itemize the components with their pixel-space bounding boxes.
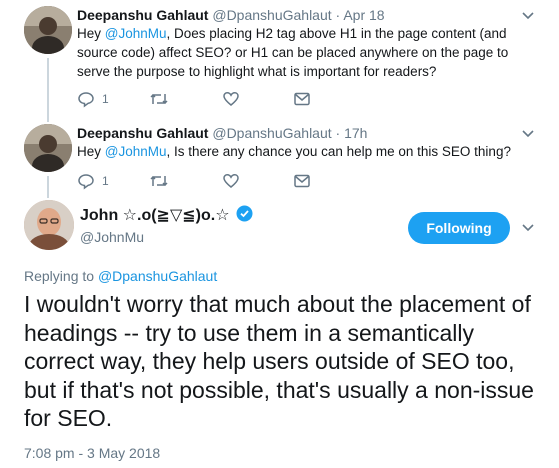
tweet-time[interactable]: Apr 18 bbox=[343, 7, 384, 23]
reply-icon bbox=[77, 172, 95, 190]
separator: · bbox=[335, 7, 341, 23]
tweet-text: Hey @JohnMu, Does placing H2 tag above H… bbox=[77, 24, 517, 81]
retweet-button[interactable] bbox=[149, 172, 169, 190]
retweet-icon bbox=[149, 172, 169, 190]
text-part: Hey bbox=[77, 144, 105, 159]
reply-button[interactable]: 1 bbox=[77, 90, 109, 108]
main-tweet-header: John ☆.o(≧▽≦)o.☆ @JohnMu Following bbox=[0, 200, 559, 260]
text-part: , Is there any chance you can help me on… bbox=[166, 144, 511, 159]
replying-to-link[interactable]: @DpanshuGahlaut bbox=[98, 268, 217, 284]
author-name-line: John ☆.o(≧▽≦)o.☆ bbox=[80, 205, 253, 227]
author-name[interactable]: John ☆.o(≧▽≦)o.☆ bbox=[80, 207, 230, 224]
dm-button[interactable] bbox=[293, 90, 311, 108]
reply-count: 1 bbox=[102, 174, 109, 188]
reply-count: 1 bbox=[102, 92, 109, 106]
dm-button[interactable] bbox=[293, 172, 311, 190]
replying-prefix: Replying to bbox=[24, 268, 98, 284]
mention-link[interactable]: @JohnMu bbox=[105, 144, 167, 159]
text-part: Hey bbox=[77, 26, 105, 41]
like-button[interactable] bbox=[222, 172, 240, 190]
retweet-icon bbox=[149, 90, 169, 108]
like-icon bbox=[222, 90, 240, 108]
dm-icon bbox=[293, 172, 311, 190]
reply-tweet-1[interactable]: Deepanshu Gahlaut @DpanshuGahlaut · Apr … bbox=[0, 0, 559, 118]
author-handle[interactable]: @DpanshuGahlaut bbox=[212, 125, 331, 141]
tweet-time[interactable]: 17h bbox=[344, 125, 367, 141]
avatar[interactable] bbox=[24, 6, 72, 54]
retweet-button[interactable] bbox=[149, 90, 169, 108]
author-name[interactable]: Deepanshu Gahlaut bbox=[77, 125, 208, 141]
author-handle[interactable]: @JohnMu bbox=[80, 229, 144, 245]
reply-button[interactable]: 1 bbox=[77, 172, 109, 190]
following-button[interactable]: Following bbox=[408, 212, 510, 244]
reply-icon bbox=[77, 90, 95, 108]
author-name[interactable]: Deepanshu Gahlaut bbox=[77, 7, 208, 23]
dm-icon bbox=[293, 90, 311, 108]
like-button[interactable] bbox=[222, 90, 240, 108]
main-tweet-text: I wouldn't worry that much about the pla… bbox=[24, 291, 534, 431]
replying-to-line: Replying to @DpanshuGahlaut bbox=[24, 268, 217, 284]
author-line: Deepanshu Gahlaut @DpanshuGahlaut · Apr … bbox=[77, 7, 385, 23]
tweet-text: Hey @JohnMu, Is there any chance you can… bbox=[77, 142, 517, 161]
verified-badge-icon bbox=[236, 205, 253, 227]
separator: · bbox=[335, 125, 341, 141]
avatar[interactable] bbox=[24, 124, 72, 172]
avatar[interactable] bbox=[24, 200, 74, 250]
tweet-timestamp[interactable]: 7:08 pm - 3 May 2018 bbox=[24, 445, 160, 461]
author-handle[interactable]: @DpanshuGahlaut bbox=[212, 7, 331, 23]
caret-down-icon[interactable] bbox=[521, 126, 535, 144]
caret-down-icon[interactable] bbox=[521, 8, 535, 26]
mention-link[interactable]: @JohnMu bbox=[105, 26, 167, 41]
reply-tweet-2[interactable]: Deepanshu Gahlaut @DpanshuGahlaut · 17h … bbox=[0, 118, 559, 198]
like-icon bbox=[222, 172, 240, 190]
author-line: Deepanshu Gahlaut @DpanshuGahlaut · 17h bbox=[77, 125, 367, 141]
caret-down-icon[interactable] bbox=[521, 220, 535, 238]
